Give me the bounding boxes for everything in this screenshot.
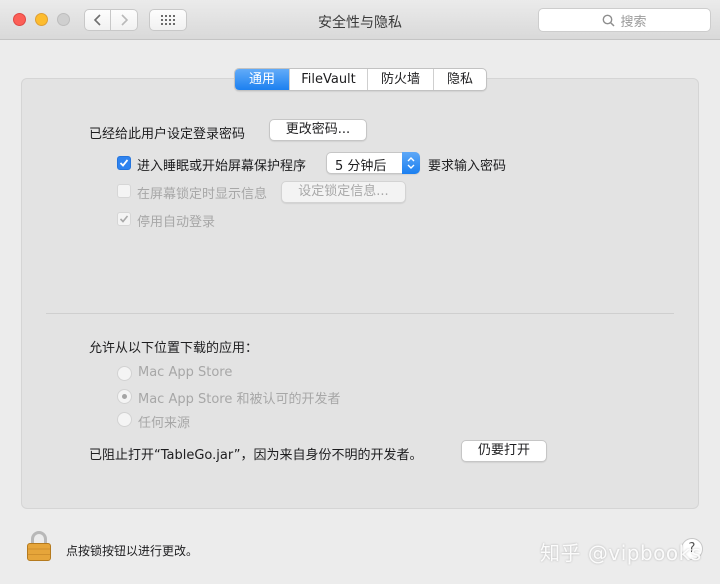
password-label: 已经给此用户设定登录密码 — [89, 127, 246, 142]
search-field[interactable]: 搜索 — [538, 8, 711, 32]
set-lock-message-button[interactable]: 设定锁定信息... — [281, 181, 406, 203]
radio-label-identified-developers: Mac App Store 和被认可的开发者 — [138, 392, 341, 407]
show-message-label: 在屏幕锁定时显示信息 — [137, 187, 268, 202]
tab-filevault[interactable]: FileVault — [289, 69, 367, 90]
watermark-text: 知乎 @vipbooks — [540, 541, 702, 565]
tab-bar: 通用 FileVault 防火墙 隐私 — [234, 68, 487, 91]
change-password-button[interactable]: 更改密码... — [269, 119, 367, 141]
downloads-heading: 允许从以下位置下载的应用： — [89, 341, 259, 356]
section-divider — [46, 313, 674, 314]
password-delay-value: 5 分钟后 — [335, 159, 387, 174]
title-bar: 安全性与隐私 搜索 — [0, 0, 720, 40]
disable-autologin-label: 停用自动登录 — [137, 215, 216, 230]
tab-firewall[interactable]: 防火墙 — [367, 69, 433, 90]
radio-identified-developers[interactable] — [117, 389, 132, 404]
tab-privacy[interactable]: 隐私 — [433, 69, 486, 90]
lock-icon[interactable] — [26, 530, 52, 562]
search-placeholder: 搜索 — [620, 14, 647, 30]
radio-anywhere[interactable] — [117, 412, 132, 427]
security-privacy-window: 安全性与隐私 搜索 已经给此用户设定登录密码 更改密码... 进入睡眠或开始屏幕… — [0, 0, 720, 584]
disable-autologin-checkbox[interactable] — [117, 212, 131, 226]
require-password-suffix: 要求输入密码 — [428, 159, 507, 174]
search-icon — [603, 14, 616, 27]
general-panel: 已经给此用户设定登录密码 更改密码... 进入睡眠或开始屏幕保护程序 要求输入密… — [21, 78, 699, 509]
show-message-checkbox[interactable] — [117, 184, 131, 198]
checkmark-icon — [119, 215, 129, 223]
require-password-label: 进入睡眠或开始屏幕保护程序 — [137, 159, 307, 174]
blocked-app-message: 已阻止打开“TableGo.jar”，因为来自身份不明的开发者。 — [89, 448, 423, 463]
popup-arrows-icon — [402, 152, 420, 174]
password-delay-popup[interactable]: 5 分钟后 — [326, 152, 420, 174]
radio-mac-app-store[interactable] — [117, 366, 132, 381]
radio-label-anywhere: 任何来源 — [138, 416, 191, 431]
radio-label-mac-app-store: Mac App Store — [138, 365, 233, 380]
lock-hint-text: 点按锁按钮以进行更改。 — [66, 544, 199, 558]
tab-general[interactable]: 通用 — [235, 69, 289, 90]
open-anyway-button[interactable]: 仍要打开 — [461, 440, 547, 462]
checkmark-icon — [119, 159, 129, 167]
require-password-checkbox[interactable] — [117, 156, 131, 170]
